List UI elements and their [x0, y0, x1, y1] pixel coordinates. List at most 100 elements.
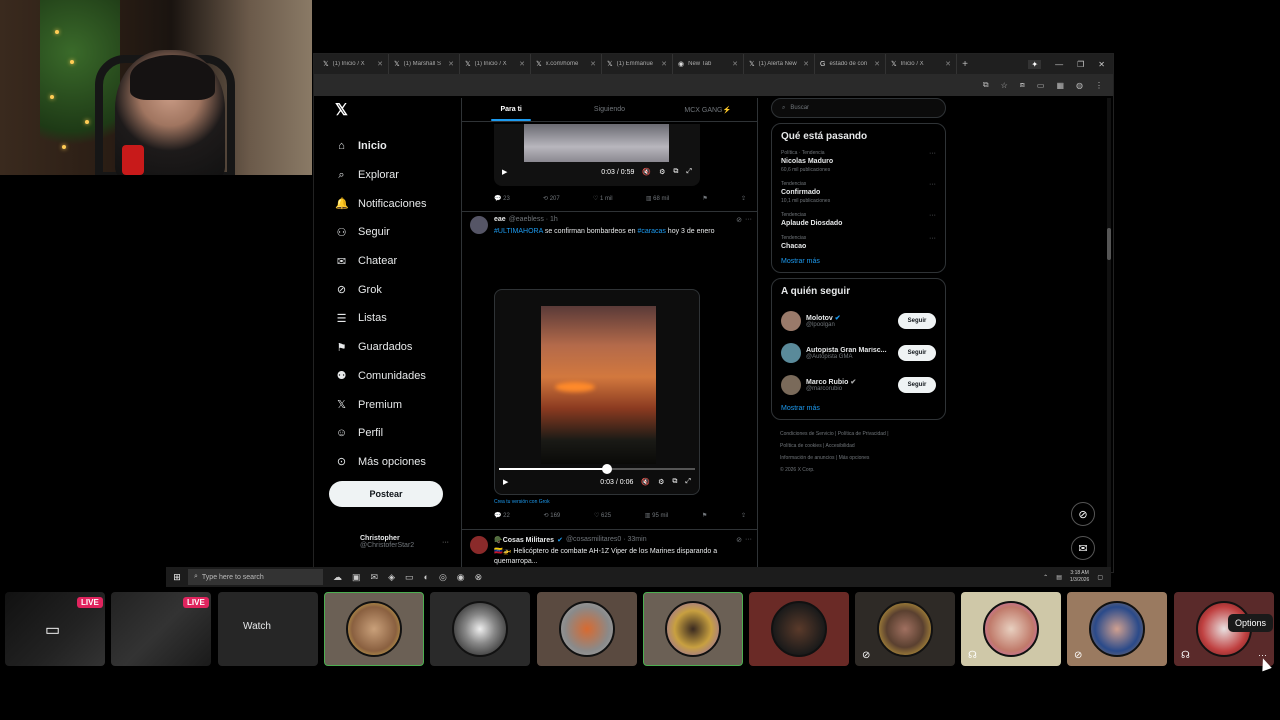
nav-item-chatear[interactable]: ✉ Chatear	[329, 247, 459, 276]
play-icon[interactable]: ▶	[502, 168, 507, 176]
notification-icon[interactable]: ▢	[1097, 574, 1103, 581]
clock[interactable]: 3:18 AM 1/3/2026	[1070, 570, 1089, 584]
participant-tile[interactable]	[749, 592, 849, 666]
nav-item-explorar[interactable]: ⌕ Explorar	[329, 161, 459, 190]
scrollbar[interactable]	[1107, 98, 1111, 574]
footer-link[interactable]: Política de Privacidad	[838, 431, 886, 437]
more-icon[interactable]: ···	[929, 181, 936, 188]
fullscreen-icon[interactable]: ⤢	[686, 168, 692, 176]
close-tab-icon[interactable]: ✕	[519, 60, 525, 68]
avatar[interactable]	[781, 343, 801, 363]
video-player[interactable]: ▶ 0:03 / 0:59 🔇 ⚙ ⧉ ⤢	[494, 124, 700, 186]
windows-start-icon[interactable]: ⊞	[166, 572, 188, 583]
author-name[interactable]: eae	[494, 216, 506, 224]
settings-icon[interactable]: ⚙	[659, 168, 665, 176]
chevron-up-icon[interactable]: ⌃	[1043, 574, 1048, 581]
participant-tile[interactable]	[430, 592, 530, 666]
sidebar-icon[interactable]: ▭	[1037, 81, 1045, 90]
tab-para-ti[interactable]: Para ti	[462, 98, 560, 121]
new-tab-button[interactable]: +	[957, 59, 973, 70]
post-button[interactable]: Postear	[329, 481, 443, 507]
nav-item-comunidades[interactable]: ⚉ Comunidades	[329, 362, 459, 391]
browser-tab[interactable]: Gestado de con ✕	[815, 54, 886, 74]
more-icon[interactable]: ···	[442, 539, 449, 546]
close-tab-icon[interactable]: ✕	[874, 60, 880, 68]
follow-suggestion[interactable]: Molotov ✔ @lpoolgan Seguir	[781, 305, 936, 337]
footer-link[interactable]: Accesibilidad	[826, 443, 855, 449]
repost-button[interactable]: ⟲ 207	[543, 195, 560, 202]
browser-tab[interactable]: 𝕏 Inicio / X ✕	[886, 54, 957, 74]
trend-item[interactable]: Política · Tendencia Nicolas Maduro 60,6…	[781, 150, 936, 173]
profile-icon[interactable]: ◍	[1076, 81, 1083, 90]
follow-button[interactable]: Seguir	[898, 377, 936, 393]
participant-tile[interactable]: ⊘	[855, 592, 955, 666]
edge-icon[interactable]: ◐	[424, 572, 429, 583]
follow-suggestion[interactable]: Marco Rubio ✔ @marcorubio Seguir	[781, 369, 936, 401]
video-player[interactable]: ▶ 0:03 / 0:06 🔇 ⚙ ⧉ ⤢	[494, 289, 700, 495]
pip-icon[interactable]: ⧉	[672, 478, 677, 486]
stream-tile[interactable]: LIVE ▭	[5, 592, 105, 666]
nav-item-mas-opciones[interactable]: ⊙ Más opciones	[329, 448, 459, 477]
store-icon[interactable]: ▣	[352, 572, 361, 583]
nav-item-listas[interactable]: ☰ Listas	[329, 304, 459, 333]
more-icon[interactable]: ···	[745, 216, 752, 224]
restore-icon[interactable]: ❐	[1077, 60, 1084, 69]
browser-tab[interactable]: 𝕏 (1) Alerta New ✕	[744, 54, 815, 74]
participant-tile[interactable]: ☊	[961, 592, 1061, 666]
close-tab-icon[interactable]: ✕	[945, 60, 951, 68]
hashtag[interactable]: #caracas	[637, 228, 665, 235]
follow-button[interactable]: Seguir	[898, 313, 936, 329]
close-tab-icon[interactable]: ✕	[803, 60, 809, 68]
trend-item[interactable]: Tendencias Chacao ···	[781, 235, 936, 250]
bookmark-icon[interactable]: ⚑	[702, 512, 707, 519]
footer-link[interactable]: Información de anuncios	[780, 455, 834, 461]
mute-icon[interactable]: 🔇	[641, 478, 650, 486]
star-icon[interactable]: ☆	[1001, 81, 1008, 90]
close-tab-icon[interactable]: ✕	[377, 60, 383, 68]
more-icon[interactable]: ···	[929, 235, 936, 242]
app-icon[interactable]: ◎	[439, 572, 447, 583]
grok-icon[interactable]: ⊘	[736, 216, 742, 224]
participant-tile[interactable]: ⊘	[1067, 592, 1167, 666]
browser-tab[interactable]: ◉ New Tab ✕	[673, 54, 744, 74]
video-scrubber[interactable]	[601, 464, 612, 474]
avatar[interactable]	[781, 375, 801, 395]
video-progress-bar[interactable]	[499, 464, 695, 474]
extensions-icon[interactable]: ⧈	[1020, 80, 1025, 90]
install-icon[interactable]: ⧉	[983, 80, 989, 90]
close-tab-icon[interactable]: ✕	[590, 60, 596, 68]
stream-tile[interactable]: LIVE	[111, 592, 211, 666]
fullscreen-icon[interactable]: ⤢	[685, 478, 691, 486]
folder-icon[interactable]: ▭	[405, 572, 414, 583]
minimize-icon[interactable]: —	[1055, 60, 1063, 69]
trend-item[interactable]: Tendencias Confirmado 10,1 mil publicaci…	[781, 181, 936, 204]
nav-item-premium[interactable]: 𝕏 Premium	[329, 390, 459, 419]
grok-icon[interactable]: ⊘	[736, 536, 742, 544]
grok-version-link[interactable]: Crea tu versión con Grok	[494, 499, 550, 505]
account-switcher[interactable]: Christopher @ChristoferStar2 ···	[360, 535, 449, 549]
menu-dots-icon[interactable]: ⋮	[1095, 81, 1103, 90]
show-more-link[interactable]: Mostrar más	[781, 405, 936, 412]
views-button[interactable]: ▥ 68 mil	[646, 195, 669, 202]
keyboard-icon[interactable]: ▤	[1056, 574, 1062, 581]
extension-icon[interactable]: ▦	[1056, 81, 1064, 90]
close-window-icon[interactable]: ✕	[1098, 60, 1105, 69]
like-button[interactable]: ♡ 625	[594, 512, 611, 519]
avatar[interactable]	[781, 311, 801, 331]
xbox-icon[interactable]: ⊗	[475, 572, 483, 583]
nav-item-inicio[interactable]: ⌂ Inicio	[329, 132, 459, 161]
participant-tile[interactable]	[643, 592, 743, 666]
nav-item-guardados[interactable]: ⚑ Guardados	[329, 333, 459, 362]
play-icon[interactable]: ▶	[503, 478, 508, 486]
share-icon[interactable]: ⇪	[741, 195, 746, 202]
browser-tab[interactable]: 𝕏 (1) Inicio / X ✕	[460, 54, 531, 74]
share-icon[interactable]: ⇪	[741, 512, 746, 519]
nav-item-perfil[interactable]: ☺ Perfil	[329, 419, 459, 448]
bookmark-icon[interactable]: ⚑	[702, 195, 707, 202]
app-icon[interactable]: ◈	[388, 572, 395, 583]
watch-button[interactable]: Watch	[243, 621, 271, 632]
browser-tab[interactable]: 𝕏 (1) Inicio / X ✕	[318, 54, 389, 74]
views-button[interactable]: ▥ 95 mil	[645, 512, 668, 519]
show-more-link[interactable]: Mostrar más	[781, 258, 936, 265]
taskbar-search-input[interactable]: ⌕ Type here to search	[188, 569, 323, 585]
